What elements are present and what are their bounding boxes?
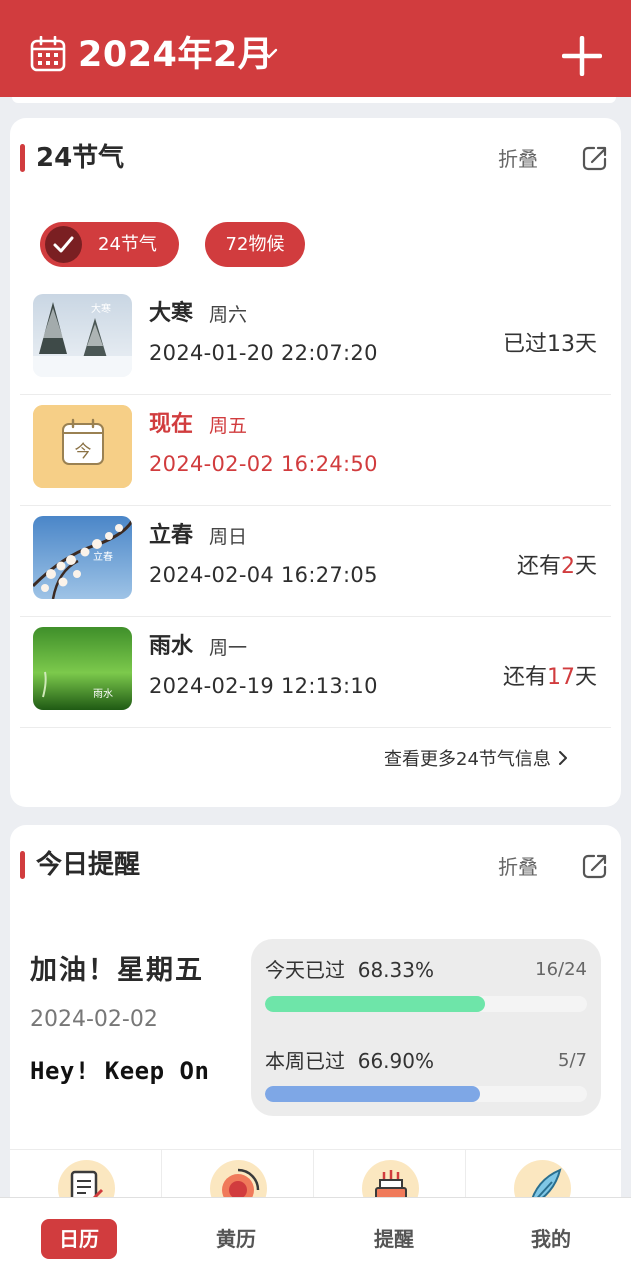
solar-term-name: 立春 [149, 523, 194, 548]
solar-term-name: 雨水 [149, 634, 194, 659]
chevron-right-icon [558, 751, 567, 765]
solar-term-name: 现在 [149, 412, 194, 437]
reminder-date: 2024-02-02 [30, 1007, 158, 1032]
lichun-thumbnail: 立春 [33, 516, 132, 599]
today-reminder-card: 今日提醒 折叠 加油！星期五 2024-02-02 Hey! Keep On 今… [10, 825, 621, 1245]
nav-calendar[interactable]: 日历 [41, 1219, 117, 1259]
more-label: 查看更多24节气信息 [384, 749, 551, 770]
day-progress-label: 今天已过 68.33% [265, 958, 434, 982]
section-accent-bar [20, 144, 25, 172]
solar-term-row-now[interactable]: 今 现在 周五 2024-02-02 16:24:50 [20, 395, 611, 506]
chip-label: 24节气 [98, 234, 157, 255]
relative-days: 还有2天 [516, 554, 597, 579]
week-progress-label: 本周已过 66.90% [265, 1049, 434, 1073]
week-progress-count: 5/7 [558, 1050, 587, 1071]
today-thumbnail: 今 [33, 405, 132, 488]
weekday: 周六 [209, 304, 248, 326]
weekday: 周五 [209, 415, 248, 437]
week-progress-bar [265, 1086, 587, 1102]
datetime: 2024-02-19 12:13:10 [149, 674, 378, 698]
svg-text:立春: 立春 [93, 550, 113, 563]
fold-button[interactable]: 折叠 [498, 145, 538, 173]
calendar-icon[interactable] [30, 36, 66, 72]
motto-text: 加油！星期五 [30, 955, 204, 986]
dahan-thumbnail: 大寒 [33, 294, 132, 377]
solar-terms-title: 24节气 [36, 143, 125, 173]
week-progress-fill [265, 1086, 481, 1102]
share-icon[interactable] [582, 145, 608, 171]
plus-icon[interactable] [562, 36, 602, 76]
yushui-thumbnail: 雨水 [33, 627, 132, 710]
weekday: 周一 [209, 637, 248, 659]
solar-term-row-lichun[interactable]: 立春 立春 周日 2024-02-04 16:27:05 还有2天 [20, 506, 611, 617]
solar-term-row-yushui[interactable]: 雨水 雨水 周一 2024-02-19 12:13:10 还有17天 [20, 617, 611, 728]
section-accent-bar [20, 851, 25, 879]
svg-text:今: 今 [75, 442, 92, 462]
nav-mine[interactable]: 我的 [513, 1219, 589, 1259]
fold-button[interactable]: 折叠 [498, 853, 538, 881]
nav-reminder[interactable]: 提醒 [356, 1219, 432, 1259]
progress-panel: 今天已过 68.33% 16/24 本周已过 66.90% 5/7 [251, 939, 601, 1116]
reminder-title: 今日提醒 [36, 850, 141, 880]
svg-text:大寒: 大寒 [91, 302, 111, 315]
chip-72-phenology[interactable]: 72物候 [205, 222, 305, 267]
day-progress-count: 16/24 [535, 959, 587, 980]
month-title[interactable]: 2024年2月 [78, 30, 273, 80]
bottom-nav: 日历 黄历 提醒 我的 [0, 1197, 631, 1280]
solar-terms-card: 24节气 折叠 24节气 72物候 大寒 大寒 周六 2024-01-20 22… [10, 118, 621, 807]
solar-term-name: 大寒 [149, 301, 194, 326]
datetime: 2024-02-04 16:27:05 [149, 563, 378, 587]
svg-text:雨水: 雨水 [93, 688, 113, 700]
chip-24-solar-terms[interactable]: 24节气 [40, 222, 179, 267]
day-progress-fill [265, 996, 486, 1012]
check-icon [45, 226, 82, 263]
collapsed-calendar-edge [12, 97, 616, 103]
top-bar: 2024年2月 [0, 0, 631, 97]
solar-term-row-dahan[interactable]: 大寒 大寒 周六 2024-01-20 22:07:20 已过13天 [20, 284, 611, 395]
datetime: 2024-01-20 22:07:20 [149, 341, 378, 365]
nav-almanac[interactable]: 黄历 [198, 1219, 274, 1259]
weekday: 周日 [209, 526, 248, 548]
hey-text: Hey! Keep On [30, 1057, 210, 1085]
chevron-down-icon[interactable] [260, 47, 278, 61]
share-icon[interactable] [582, 853, 608, 879]
day-progress-bar [265, 996, 587, 1012]
more-solar-terms-link[interactable]: 查看更多24节气信息 [384, 746, 567, 774]
datetime: 2024-02-02 16:24:50 [149, 452, 378, 476]
relative-days: 已过13天 [502, 332, 597, 357]
relative-days: 还有17天 [502, 665, 597, 690]
